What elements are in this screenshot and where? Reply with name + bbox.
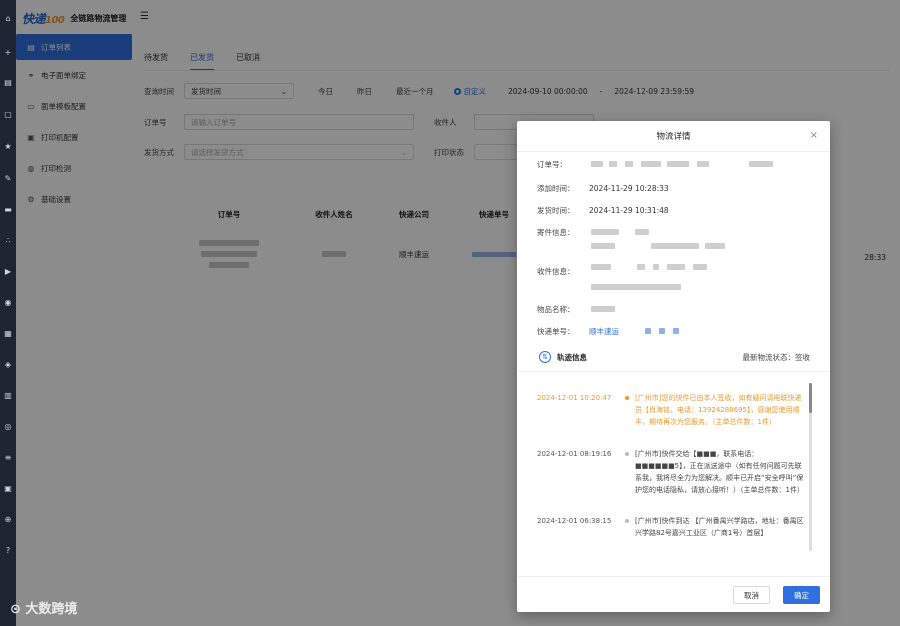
redacted-mask <box>641 161 661 167</box>
redacted-mask <box>609 161 617 167</box>
receiver-row: 收件信息： <box>537 266 589 277</box>
user-icon[interactable]: ◉ <box>3 298 13 308</box>
footer-logo-text: 大数跨境 <box>25 602 78 617</box>
help-icon[interactable]: ? <box>3 546 13 556</box>
sender-label: 寄件信息： <box>537 228 575 237</box>
doc-icon[interactable]: ▢ <box>3 110 13 120</box>
track-header: ⇅ 轨迹信息 最新物流状态：签收 <box>539 349 810 365</box>
tracking-label: 快递单号： <box>537 327 575 336</box>
tracking-row: 快递单号： 顺丰速运 <box>537 326 619 337</box>
redacted-mask <box>673 328 679 334</box>
redacted-mask <box>591 243 615 249</box>
layers-icon[interactable]: ◈ <box>3 360 13 370</box>
redacted-mask <box>653 264 659 270</box>
globe-icon[interactable]: ⊕ <box>3 515 13 525</box>
event-time: 2024-12-01 10:20:47 <box>537 394 612 402</box>
ship-time-label: 发货时间： <box>537 206 575 215</box>
redacted-mask <box>651 243 699 249</box>
confirm-button[interactable]: 确定 <box>783 586 820 604</box>
home-icon[interactable]: ⌂ <box>3 14 13 24</box>
event-text: [广州市]您的快件已由本人签收，如有疑问请电联快递员【肖海铭，电话：139242… <box>635 394 802 426</box>
redacted-mask <box>625 161 633 167</box>
footer-logo-mark: ⊙ <box>10 602 26 617</box>
event-time: 2024-12-01 06:38:15 <box>537 517 612 525</box>
redacted-mask <box>591 229 619 235</box>
video-icon[interactable]: ▶ <box>3 267 13 277</box>
event-text: [广州市]快件交给【■■■，联系电话：■■■■■■5】，正在派送途中（如有任何问… <box>635 450 804 494</box>
scrollbar-thumb[interactable] <box>809 383 812 413</box>
track-scrollbar[interactable] <box>809 383 812 551</box>
list-icon[interactable]: ≡ <box>3 453 13 463</box>
icon-rail: ⌂ + ▤ ▢ ★ ✎ ▬ ∴ ▶ ◉ ▦ ◈ ▥ ◎ ≡ ▣ ⊕ ? <box>0 0 16 626</box>
route-icon: ⇅ <box>539 351 551 363</box>
redacted-mask <box>667 264 685 270</box>
ship-time-value: 2024-11-29 10:31:48 <box>589 206 669 215</box>
track-title: 轨迹信息 <box>557 352 587 362</box>
track-list[interactable]: 2024-12-01 10:20:47 [广州市]您的快件已由本人签收，如有疑问… <box>517 371 830 571</box>
redacted-mask <box>591 161 603 167</box>
redacted-mask <box>667 161 689 167</box>
order-no-label: 订单号： <box>537 160 567 169</box>
logistics-detail-modal: 物流详情 × 订单号： 添加时间： 2024-11-29 10:28:33 发货时… <box>517 121 830 612</box>
plus-icon[interactable]: + <box>3 48 13 58</box>
modal-footer: 取消 确定 <box>517 576 830 612</box>
goods-row: 物品名称： <box>537 304 589 315</box>
apps-icon[interactable]: ∴ <box>3 236 13 246</box>
track-event: 2024-12-01 08:19:16 [广州市]快件交给【■■■，联系电话：■… <box>537 448 804 512</box>
track-event: 2024-12-01 06:38:15 [广州市]快件到达 【广州番禺兴学路店，… <box>537 515 804 555</box>
cart-icon[interactable]: ▬ <box>3 205 13 215</box>
event-time: 2024-12-01 08:19:16 <box>537 450 612 458</box>
redacted-mask <box>705 243 725 249</box>
edit-icon[interactable]: ✎ <box>3 174 13 184</box>
timeline-dot-icon <box>625 396 629 400</box>
redacted-mask <box>693 264 707 270</box>
timeline-dot-icon <box>625 519 629 523</box>
grid-icon[interactable]: ▣ <box>3 484 13 494</box>
ship-time-row: 发货时间： 2024-11-29 10:31:48 <box>537 205 669 216</box>
redacted-mask <box>697 161 709 167</box>
redacted-mask <box>591 306 615 312</box>
sender-row: 寄件信息： <box>537 227 589 238</box>
redacted-mask <box>749 161 773 167</box>
redacted-mask <box>637 264 645 270</box>
add-time-label: 添加时间： <box>537 184 575 193</box>
timeline-dot-icon <box>625 452 629 456</box>
goods-label: 物品名称： <box>537 305 575 314</box>
order-no-row: 订单号： <box>537 159 589 170</box>
track-event: 2024-12-01 10:20:47 [广州市]您的快件已由本人签收，如有疑问… <box>537 392 804 442</box>
receiver-label: 收件信息： <box>537 267 575 276</box>
modal-divider <box>517 151 830 152</box>
footer-logo: ⊙ 大数跨境 <box>10 598 77 617</box>
redacted-mask <box>591 264 611 270</box>
trash-icon[interactable]: ▥ <box>3 391 13 401</box>
target-icon[interactable]: ◎ <box>3 422 13 432</box>
star-icon[interactable]: ★ <box>3 142 13 152</box>
chart-icon[interactable]: ▤ <box>3 78 13 88</box>
add-time-row: 添加时间： 2024-11-29 10:28:33 <box>537 183 669 194</box>
add-time-value: 2024-11-29 10:28:33 <box>589 184 669 193</box>
redacted-mask <box>635 229 649 235</box>
redacted-mask <box>591 284 681 290</box>
tracking-company[interactable]: 顺丰速运 <box>589 327 619 336</box>
cancel-button[interactable]: 取消 <box>733 586 770 604</box>
event-text: [广州市]快件到达 【广州番禺兴学路店，地址：番禺区兴学路82号嘉兴工业区（广商… <box>635 517 804 537</box>
redacted-mask <box>659 328 665 334</box>
modal-title: 物流详情 <box>656 132 691 142</box>
close-icon[interactable]: × <box>810 130 818 141</box>
calendar-icon[interactable]: ▦ <box>3 329 13 339</box>
latest-status: 最新物流状态：签收 <box>742 352 811 362</box>
redacted-mask <box>645 328 651 334</box>
